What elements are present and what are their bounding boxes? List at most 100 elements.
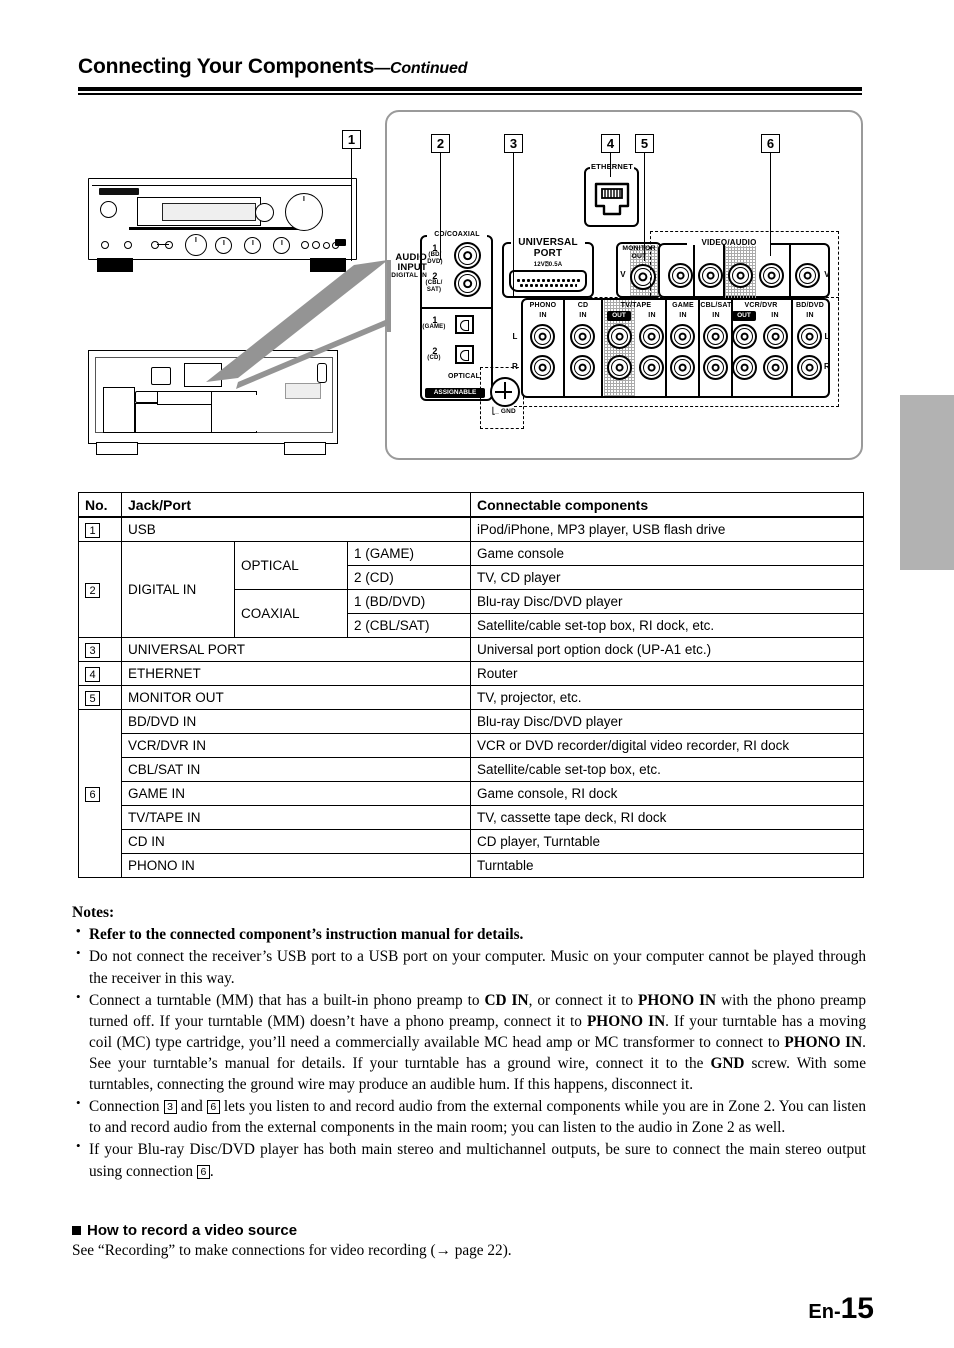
connection-diagram: 1 2 3 4 5 6 CD/COAXIAL AUDIO INPUT DIGIT… <box>78 110 863 470</box>
row-comp-usb: iPod/iPhone, MP3 player, USB flash drive <box>470 516 864 542</box>
row-jack-phono-in: PHONO IN <box>121 853 471 878</box>
row-sub2-coaxial-1: 1 (BD/DVD) <box>347 589 471 614</box>
row-badge-4: 4 <box>85 666 100 682</box>
table-header-row: No. Jack/Port Connectable components <box>78 492 864 518</box>
row-comp-game-in: Game console, RI dock <box>470 781 864 806</box>
note3-phono-in-3: PHONO IN <box>784 1033 863 1051</box>
row-jack-tv-tape-in: TV/TAPE IN <box>121 805 471 830</box>
callout-2: 2 <box>431 134 450 153</box>
row-no-6: 6 <box>78 709 122 878</box>
note-item-1: Refer to the connected component’s instr… <box>72 922 866 945</box>
page-prefix: En- <box>808 1301 841 1323</box>
note3-cd-in: CD IN <box>484 991 529 1009</box>
row-comp-vcr-dvr-in: VCR or DVD recorder/digital video record… <box>470 733 864 758</box>
row-badge-3: 3 <box>85 642 100 658</box>
row-comp-optical-1: Game console <box>470 541 864 566</box>
note-item-5: If your Blu-ray Disc/DVD player has both… <box>72 1137 866 1181</box>
row-jack-cbl-sat-in: CBL/SAT IN <box>121 757 471 782</box>
section-heading: How to record a video source <box>72 1222 866 1239</box>
table-row: CBL/SAT IN Satellite/cable set-top box, … <box>79 757 864 782</box>
note3-phono-in-1: PHONO IN <box>638 991 717 1009</box>
page-footer: En-15 <box>808 1292 874 1326</box>
row-jack-digital-in: DIGITAL IN <box>121 541 235 638</box>
callout-pointer-cone <box>206 260 391 389</box>
callout-4: 4 <box>601 134 620 153</box>
row-sub2-optical-2: 2 (CD) <box>347 565 471 590</box>
notes-section: Notes: Refer to the connected component’… <box>72 902 866 1183</box>
row-no-1: 1 <box>78 516 122 542</box>
row-jack-bd-dvd-in: BD/DVD IN <box>121 709 471 734</box>
row-badge-6: 6 <box>85 786 100 802</box>
row-comp-universal-port: Universal port option dock (UP-A1 etc.) <box>470 637 864 662</box>
page-title: Connecting Your Components—Continued <box>78 55 862 79</box>
page-title-text: Connecting Your Components <box>78 55 375 78</box>
note5-badge-6: 6 <box>196 1164 210 1179</box>
page-header: Connecting Your Components—Continued <box>78 55 862 79</box>
leader-line-5 <box>644 153 646 261</box>
callout-1: 1 <box>342 130 361 149</box>
row-jack-universal-port: UNIVERSAL PORT <box>121 637 471 662</box>
note4-badge-3: 3 <box>163 1100 177 1115</box>
note4-a: Connection <box>89 1098 164 1116</box>
note-item-2: Do not connect the receiver’s USB port t… <box>72 944 866 988</box>
row-no-4: 4 <box>78 661 122 686</box>
row-comp-tv-tape-in: TV, cassette tape deck, RI dock <box>470 805 864 830</box>
square-bullet-icon <box>72 1226 81 1235</box>
note3-a: Connect a turntable (MM) that has a buil… <box>89 991 485 1009</box>
how-to-record-section: How to record a video source See “Record… <box>72 1222 866 1260</box>
table-row: 2 DIGITAL IN OPTICAL 1 (GAME) Game conso… <box>78 541 864 638</box>
table-row: CD IN CD player, Turntable <box>79 829 864 854</box>
note5-b: . <box>209 1162 214 1180</box>
manual-page: Connecting Your Components—Continued 1 2… <box>0 0 954 1348</box>
table-row: 4 ETHERNET Router <box>78 661 864 686</box>
row-comp-optical-2: TV, CD player <box>470 565 864 590</box>
row-comp-ethernet: Router <box>470 661 864 686</box>
notes-heading: Notes: <box>72 904 115 921</box>
table-header-no: No. <box>78 492 122 518</box>
table-row: TV/TAPE IN TV, cassette tape deck, RI do… <box>79 805 864 830</box>
leader-line-2 <box>440 153 442 260</box>
note4-badge-6: 6 <box>206 1100 220 1115</box>
table-header-components: Connectable components <box>470 492 864 518</box>
section-heading-text: How to record a video source <box>87 1222 298 1239</box>
row-no-3: 3 <box>78 637 122 662</box>
row-no-5: 5 <box>78 685 122 710</box>
table-row: 1 USB iPod/iPhone, MP3 player, USB flash… <box>78 516 864 542</box>
note4-b: and <box>176 1098 207 1116</box>
note3-phono-in-2: PHONO IN <box>586 1012 666 1030</box>
header-rule-thick <box>78 87 862 91</box>
table-row: GAME IN Game console, RI dock <box>79 781 864 806</box>
leader-line-4 <box>610 153 612 177</box>
header-rule-thin <box>78 93 862 95</box>
row-jack-ethernet: ETHERNET <box>121 661 471 686</box>
note-item-3: Connect a turntable (MM) that has a buil… <box>72 988 866 1096</box>
row-comp-bd-dvd-in: Blu-ray Disc/DVD player <box>470 709 864 734</box>
leader-line-3 <box>513 153 515 298</box>
row-jack-game-in: GAME IN <box>121 781 471 806</box>
row-sub-optical: OPTICAL <box>234 541 348 590</box>
table-row: 5 MONITOR OUT TV, projector, etc. <box>78 685 864 710</box>
row-jack-monitor-out: MONITOR OUT <box>121 685 471 710</box>
note-item-4: Connection 3 and 6 lets you listen to an… <box>72 1094 866 1138</box>
row-comp-cbl-sat-in: Satellite/cable set-top box, etc. <box>470 757 864 782</box>
row-jack-cd-in: CD IN <box>121 829 471 854</box>
callout-6: 6 <box>761 134 780 153</box>
table-row: 3 UNIVERSAL PORT Universal port option d… <box>78 637 864 662</box>
row-badge-1: 1 <box>85 522 100 538</box>
page-title-continued: —Continued <box>374 60 468 77</box>
row-badge-5: 5 <box>85 690 100 706</box>
table-row: PHONO IN Turntable <box>79 853 864 878</box>
leader-line-6 <box>770 153 772 256</box>
note3-c: , or connect it to <box>528 991 638 1009</box>
connection-table: No. Jack/Port Connectable components 1 U… <box>78 492 864 878</box>
row-badge-2: 2 <box>85 582 100 598</box>
leader-line-1 <box>351 149 353 261</box>
table-row: VCR/DVR IN VCR or DVD recorder/digital v… <box>79 733 864 758</box>
page-number: 15 <box>840 1292 874 1325</box>
callout-5: 5 <box>635 134 654 153</box>
section-body: See “Recording” to make connections for … <box>72 1242 512 1259</box>
row-no-2: 2 <box>78 541 122 638</box>
row-sub2-optical-1: 1 (GAME) <box>347 541 471 566</box>
note3-gnd: GND <box>710 1055 745 1073</box>
table-row: 6 BD/DVD IN Blu-ray Disc/DVD player <box>78 709 864 878</box>
